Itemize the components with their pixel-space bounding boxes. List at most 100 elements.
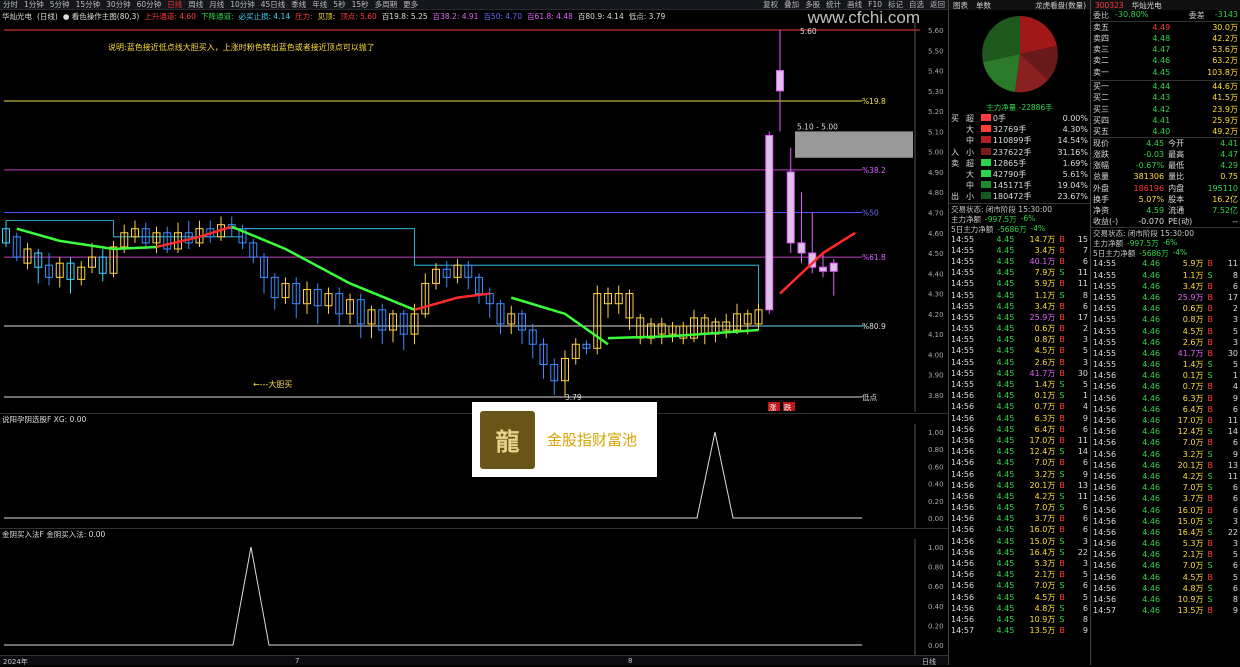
flow-title: 龙虎看盘(数量) [1035,0,1086,10]
buy-arrow-note: ←---大胆买 [253,380,293,389]
toolbar-button-0[interactable]: 复权 [760,0,781,9]
tick-list-right[interactable]: 14:55 4.46 5.9万 B 11 14:55 4.46 1.1万 S 8 14:55 4.46… [1091,258,1240,616]
toolbar-button-8[interactable]: 返回 [927,0,948,9]
sell-level-0[interactable]: 卖五 4.49 30.0万 [1091,22,1240,34]
indicator-value-9: 百61.8: 4.48 [527,12,573,21]
sell-level-4[interactable]: 卖一 4.45 103.8万 [1091,67,1240,78]
period-3[interactable]: 15分钟 [73,0,104,9]
q-net-value: -997.5万 [1127,239,1159,249]
indicator-value-6: 百19.8: 5.25 [381,12,428,21]
tick-mid-row: 14:55 4.45 3.4万 B 6 [951,301,1088,311]
flow-buy-row-3: 入小 237622手 31.16% [951,147,1088,157]
indicator-value-7: 百38.2: 4.91 [432,12,479,21]
x-label-year: 2024年 [3,658,28,666]
tick-mid-row: 14:56 4.45 2.1万 B 5 [951,570,1088,580]
period-7[interactable]: 周线 [185,0,206,9]
sub2-y-tick-1: 0.80 [928,564,944,572]
tick-mid-row: 14:55 4.45 40.1万 B 6 [951,256,1088,266]
weibi-row: 委比 -30.80% 委差 -3143 [1091,10,1240,21]
tick-right-row: 14:56 4.46 0.7万 B 4 [1093,382,1238,392]
order-book[interactable]: 卖五 4.49 30.0万 卖四 4.48 42.2万 卖三 4.47 53.6万 卖二 4.46 6… [1091,21,1240,137]
tick-mid-row: 14:55 4.45 4.5万 B 5 [951,346,1088,356]
y-tick-17: 3.90 [928,372,944,380]
tick-mid-row: 14:55 4.45 3.4万 B 7 [951,245,1088,255]
tick-right-row: 14:56 4.46 4.5万 B 5 [1093,572,1238,582]
tick-mid-row: 14:56 4.45 6.3万 B 9 [951,413,1088,423]
buy-level-3[interactable]: 买四 4.41 25.9万 [1091,115,1240,126]
tick-list-mid[interactable]: 14:55 4.45 14.7万 B 15 14:55 4.45 3.4万 B 7 14:55 4.4… [949,234,1090,637]
sub2-y-tick-4: 0.20 [928,622,944,630]
period-5[interactable]: 60分钟 [134,0,165,9]
period-9[interactable]: 10分钟 [227,0,258,9]
buy-level-0[interactable]: 买一 4.44 44.6万 [1091,81,1240,93]
quote-header: 300323 华灿光电 [1091,0,1240,10]
net-flow-row: 主力净额 -997.5万 -6% [949,214,1090,224]
flow-tabs: 图表 单数 龙虎看盘(数量) [949,0,1090,10]
period-6[interactable]: 日线 [164,0,185,9]
tick-mid-row: 14:56 4.45 3.2万 S 9 [951,469,1088,479]
y-tick-4: 5.20 [928,108,944,116]
period-11[interactable]: 季线 [288,0,309,9]
y-tick-3: 5.30 [928,88,944,96]
fib-label-4: %80.9 [862,322,886,331]
tick-mid-row: 14:56 4.45 4.5万 B 5 [951,592,1088,602]
buy-level-4[interactable]: 买五 4.40 49.2万 [1091,126,1240,137]
period-13[interactable]: 5秒 [330,0,348,9]
sub2-y-tick-3: 0.40 [928,603,944,611]
q-net-pct: -6% [1162,238,1178,248]
tick-mid-row: 14:56 4.45 20.1万 B 13 [951,480,1088,490]
sub1-y-tick-5: 0.00 [928,515,944,523]
flow-table: 买超 0手 0.00% 大 32769手 4.30% 中 110899手 14.54% 入小 237… [949,113,1090,203]
period-12[interactable]: 年线 [309,0,330,9]
flow-buy-row-0: 买超 0手 0.00% [951,114,1088,124]
tick-right-row: 14:56 4.46 16.4万 S 22 [1093,527,1238,537]
indicator-values: 上升通道: 4.60 下降通道: 必买止损: 4.14 压力: 见顶: 顶点: 5.60 百… [144,11,665,22]
sub2-label: 金阴买入法F 金阴买入法: 0.00 [2,529,106,539]
sub2-chart[interactable]: 1.00 0.80 0.60 0.40 0.20 0.00 [0,539,948,655]
trade-status-mid: 交易状态: 闭市阶段 15:30:00 [949,202,1090,214]
sub1-label: 说阳孕阴选股F XG: 0.00 [2,414,87,424]
buy-level-1[interactable]: 买二 4.43 41.5万 [1091,92,1240,103]
stat-row: 外盘 186196 内盘 195110 [1093,183,1238,193]
indicator-value-11: 低点: 3.79 [628,12,666,21]
tick-mid-row: 14:55 4.45 25.9万 B 17 [951,312,1088,322]
sell-level-2[interactable]: 卖三 4.47 53.6万 [1091,44,1240,55]
indicator-value-2: 必买止损: 4.14 [238,12,291,21]
candlestick-chart[interactable]: %19.8 %38.2 %50 %61.8 %80.9 低点 5.60 5.50 5.40 5.3… [0,22,948,412]
stat-row: 净资 4.59 流通 7.52亿 [1093,206,1238,216]
tick-right-row: 14:55 4.46 3.4万 B 6 [1093,281,1238,291]
period-1[interactable]: 1分钟 [21,0,47,9]
toolbar-button-1[interactable]: 叠加 [781,0,802,9]
period-10[interactable]: 45日线 [258,0,289,9]
tick-right-row: 14:56 4.46 12.4万 S 14 [1093,427,1238,437]
sell-level-3[interactable]: 卖二 4.46 63.2万 [1091,55,1240,66]
candle-body-76 [819,266,827,272]
flow-buy-row-2: 中 110899手 14.54% [965,136,1088,146]
period-16[interactable]: 更多 [400,0,421,9]
tick-mid-row: 14:56 4.45 7.0万 B 6 [951,458,1088,468]
tick-right-row: 14:56 4.46 6.3万 B 9 [1093,393,1238,403]
flow-sell-row-0: 卖超 12865手 1.69% [951,158,1088,168]
sell-level-1[interactable]: 卖四 4.48 42.2万 [1091,33,1240,44]
tick-mid-row: 14:55 4.45 0.6万 B 2 [951,324,1088,334]
tab-chart[interactable]: 图表 [953,0,968,11]
period-2[interactable]: 5分钟 [47,0,73,9]
period-4[interactable]: 30分钟 [103,0,134,9]
period-8[interactable]: 月线 [206,0,227,9]
tick-right-row: 14:55 4.46 41.7万 B 30 [1093,348,1238,358]
indicator-name[interactable]: ● 看色操作主图(80,3) [63,11,139,22]
net5-flow-row: 5日主力净额 -5686万 -4% [949,224,1090,234]
tab-count[interactable]: 单数 [976,0,991,11]
flow-sell-row-1: 大 42790手 5.61% [965,170,1088,180]
period-14[interactable]: 15秒 [349,0,372,9]
tick-mid-row: 14:56 4.45 16.4万 S 22 [951,547,1088,557]
buy-level-2[interactable]: 买三 4.42 23.9万 [1091,103,1240,114]
sub2-y-tick-2: 0.60 [928,583,944,591]
period-0[interactable]: 分时 [0,0,21,9]
period-15[interactable]: 多周期 [372,0,401,9]
tick-mid-row: 14:56 4.45 15.0万 S 3 [951,536,1088,546]
sub1-y-tick-1: 0.80 [928,446,944,454]
period-toolbar: 分时 1分钟 5分钟 15分钟 30分钟 60分钟 日线 周线 月线 10分钟 45日线 季线 年线 5秒… [0,0,948,10]
y-tick-1: 5.50 [928,47,944,55]
y-tick-14: 4.20 [928,311,944,319]
